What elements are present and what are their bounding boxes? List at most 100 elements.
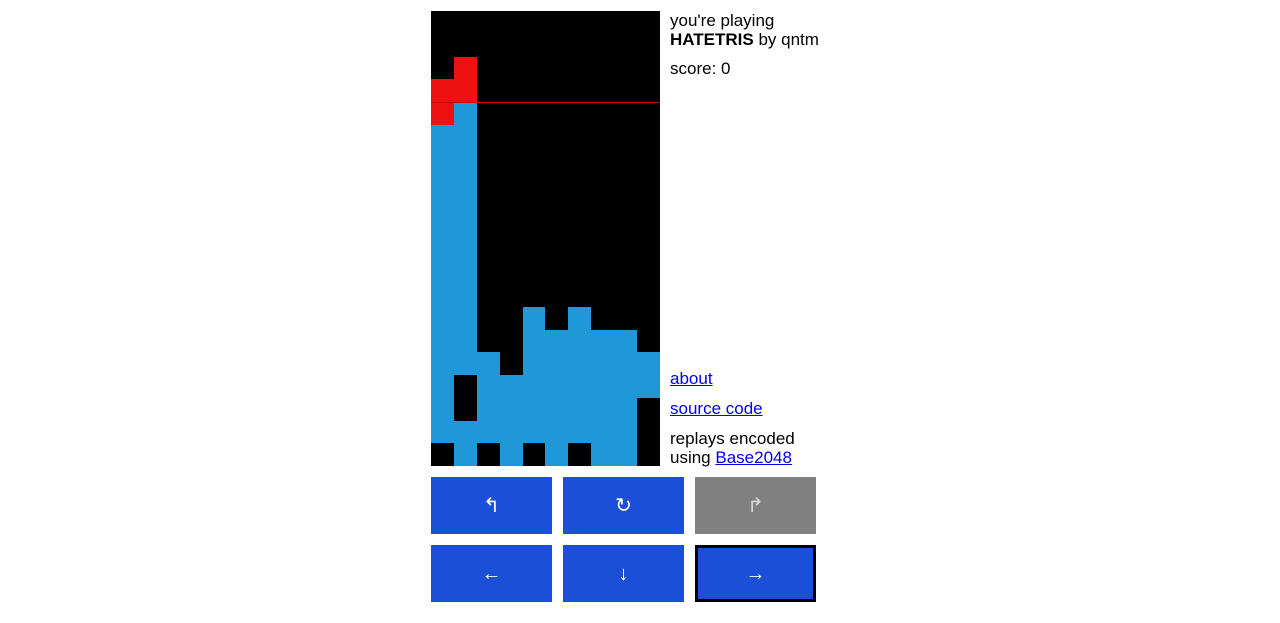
well-cell-empty	[591, 193, 615, 216]
well-cell-empty	[545, 215, 569, 239]
well-cell-landed	[431, 329, 454, 353]
well-cell-live	[453, 79, 477, 102]
rotate-ccw-button[interactable]: ↰	[431, 477, 552, 534]
well-cell-landed	[431, 147, 454, 171]
well-cell-empty	[637, 443, 660, 466]
well-cell-empty	[476, 79, 500, 102]
well-cell-empty	[476, 124, 500, 148]
well-cell-empty	[568, 215, 592, 239]
base2048-link[interactable]: Base2048	[715, 448, 792, 467]
well-cell-landed	[591, 375, 615, 398]
well-cell-empty	[545, 170, 569, 193]
well-cell-empty	[614, 238, 638, 262]
well-cell-landed	[453, 193, 477, 216]
well-cell-empty	[476, 56, 500, 80]
well-cell-empty	[568, 102, 592, 125]
well-cell-empty	[453, 375, 477, 398]
well-cell-landed	[453, 420, 477, 444]
about-row: about	[670, 369, 830, 388]
well-cell-live	[453, 56, 477, 80]
well-cell-empty	[591, 33, 615, 57]
well-cell-empty	[637, 420, 660, 444]
rotate-cw-button[interactable]: ↻	[563, 477, 684, 534]
well-cell-empty	[545, 261, 569, 284]
controls-row-bottom: ← ↓ →	[431, 545, 823, 602]
well-cell-landed	[499, 397, 523, 421]
well-cell-empty	[568, 238, 592, 262]
well-cell-landed	[568, 397, 592, 421]
well-cell-empty	[591, 147, 615, 171]
about-link[interactable]: about	[670, 369, 713, 388]
intro-line1: you're playing	[670, 11, 775, 30]
well-cell-landed	[568, 306, 592, 330]
well-cell-empty	[476, 147, 500, 171]
well-cell-empty	[522, 193, 546, 216]
well-cell-empty	[545, 56, 569, 80]
well-cell-empty	[545, 147, 569, 171]
move-left-button[interactable]: ←	[431, 545, 552, 602]
source-code-link[interactable]: source code	[670, 399, 763, 418]
well-cell-landed	[453, 215, 477, 239]
well-cell-landed	[499, 375, 523, 398]
well-cell-empty	[568, 261, 592, 284]
well-cell-empty	[476, 306, 500, 330]
well-cell-empty	[614, 11, 638, 34]
well-cell-landed	[614, 443, 638, 466]
well-cell-empty	[545, 11, 569, 34]
game-well[interactable]	[431, 11, 660, 466]
well-cell-empty	[591, 56, 615, 80]
well-cell-landed	[545, 329, 569, 353]
well-cell-empty	[522, 443, 546, 466]
well-cell-empty	[637, 238, 660, 262]
well-cell-empty	[453, 33, 477, 57]
intro-text: you're playing HATETRIS by qntm	[670, 11, 820, 49]
well-cell-empty	[522, 170, 546, 193]
move-right-button[interactable]: →	[695, 545, 816, 602]
well-cell-empty	[591, 102, 615, 125]
well-cell-empty	[637, 306, 660, 330]
well-cell-empty	[476, 11, 500, 34]
well-cell-empty	[614, 56, 638, 80]
well-cell-landed	[431, 306, 454, 330]
byline: by qntm	[753, 30, 819, 50]
well-cell-empty	[591, 306, 615, 330]
well-cell-landed	[545, 420, 569, 444]
well-cell-empty	[499, 215, 523, 239]
well-cell-empty	[614, 215, 638, 239]
move-down-button[interactable]: ↓	[563, 545, 684, 602]
well-cell-landed	[453, 329, 477, 353]
well-cell-empty	[431, 56, 454, 80]
well-cell-landed	[431, 375, 454, 398]
well-cell-landed	[614, 420, 638, 444]
well-cell-landed	[614, 352, 638, 375]
well-cell-empty	[476, 193, 500, 216]
well-cell-empty	[614, 33, 638, 57]
well-cell-landed	[522, 329, 546, 353]
well-cell-empty	[637, 147, 660, 171]
well-cell-landed	[568, 375, 592, 398]
well-cell-landed	[453, 170, 477, 193]
well-cell-empty	[499, 79, 523, 102]
well-cell-landed	[545, 397, 569, 421]
well-cell-landed	[453, 124, 477, 148]
well-cell-empty	[637, 33, 660, 57]
well-cell-landed	[431, 261, 454, 284]
redo-button[interactable]: ↱	[695, 477, 816, 534]
well-cell-landed	[453, 352, 477, 375]
well-cell-empty	[522, 56, 546, 80]
well-cell-empty	[637, 261, 660, 284]
well-cell-empty	[522, 215, 546, 239]
well-cell-empty	[591, 170, 615, 193]
well-cell-landed	[453, 284, 477, 307]
well-cell-empty	[591, 215, 615, 239]
well-cell-empty	[637, 56, 660, 80]
well-cell-empty	[476, 170, 500, 193]
well-cell-landed	[476, 352, 500, 375]
well-cell-empty	[591, 79, 615, 102]
well-cell-empty	[568, 147, 592, 171]
well-cell-empty	[522, 11, 546, 34]
well-cell-landed	[499, 443, 523, 466]
well-cell-landed	[431, 352, 454, 375]
well-cell-landed	[522, 375, 546, 398]
well-cell-landed	[476, 375, 500, 398]
